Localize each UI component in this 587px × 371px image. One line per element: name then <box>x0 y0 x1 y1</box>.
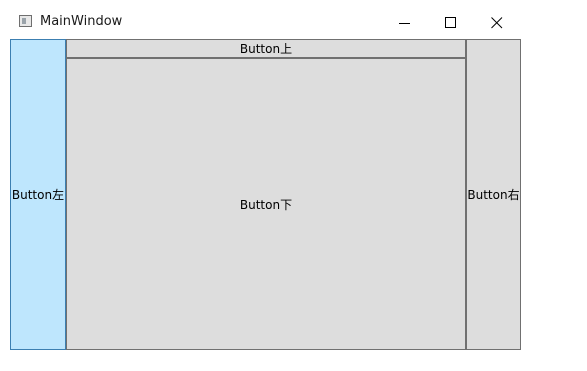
button-left-label: Button左 <box>11 188 65 202</box>
main-window: MainWindow Button左 Button上 Button下 Butto… <box>10 0 521 350</box>
minimize-icon <box>399 23 410 24</box>
button-bottom[interactable]: Button下 <box>66 58 466 350</box>
maximize-button[interactable] <box>428 8 474 38</box>
close-button[interactable] <box>474 8 520 38</box>
dock-panel: Button左 Button上 Button下 Button右 <box>10 39 521 350</box>
button-bottom-label: Button下 <box>239 197 293 212</box>
minimize-button[interactable] <box>382 8 428 38</box>
maximize-icon <box>445 17 456 28</box>
app-icon[interactable] <box>19 15 32 27</box>
button-top[interactable]: Button上 <box>66 39 466 59</box>
button-left[interactable]: Button左 <box>10 39 67 350</box>
window-title: MainWindow <box>40 14 123 29</box>
title-bar[interactable]: MainWindow <box>10 0 521 39</box>
close-icon <box>491 17 503 29</box>
button-top-label: Button上 <box>239 42 293 56</box>
button-right[interactable]: Button右 <box>465 39 521 350</box>
button-right-label: Button右 <box>467 188 520 202</box>
